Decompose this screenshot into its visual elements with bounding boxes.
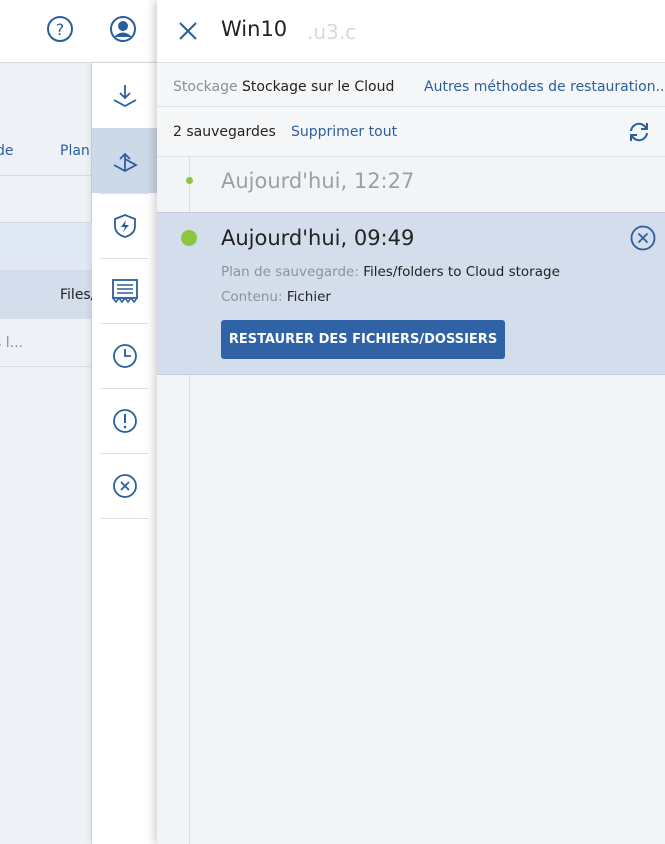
report-document-icon xyxy=(111,278,138,303)
delete-circle-x-icon xyxy=(112,473,137,498)
active-protection-shield-icon xyxy=(113,213,136,238)
background-header-row: de Plan xyxy=(0,113,92,176)
backup-content-line: Contenu: Fichier xyxy=(221,289,331,305)
backup-entry-selected[interactable]: Aujourd'hui, 09:49 Plan de sauvegarde: F… xyxy=(157,212,665,375)
rail-divider xyxy=(100,518,149,519)
background-cell: Plan xyxy=(60,143,90,159)
rail-recover-button[interactable] xyxy=(92,128,157,193)
recover-upload-icon xyxy=(113,152,138,172)
rail-delete-button[interactable] xyxy=(92,453,157,518)
backup-count-bar: 2 sauvegardes Supprimer tout xyxy=(157,107,665,157)
background-row[interactable] xyxy=(0,176,92,223)
rail-recovery-button[interactable] xyxy=(92,63,157,128)
backup-count: 2 sauvegardes xyxy=(173,124,276,140)
storage-value: Stockage sur le Cloud xyxy=(242,79,395,95)
other-restore-methods-link[interactable]: Autres méthodes de restauration... xyxy=(424,79,665,95)
backup-plan-label: Plan de sauvegarde: xyxy=(221,264,359,280)
backup-entry[interactable]: Aujourd'hui, 12:27 xyxy=(157,157,665,212)
background-top-bar: ? xyxy=(0,0,157,63)
restore-files-folders-button[interactable]: RESTAURER DES FICHIERS/DOSSIERS xyxy=(221,320,505,359)
background-list: de Plan Files/ s l... xyxy=(0,63,96,844)
close-icon[interactable] xyxy=(175,18,201,44)
rail-alerts-button[interactable] xyxy=(92,388,157,453)
background-row[interactable]: s l... xyxy=(0,319,92,367)
backup-details-panel: Win10 .u3.c Stockage : Stockage sur le C… xyxy=(157,0,665,844)
panel-title: Win10 xyxy=(221,17,288,41)
background-row[interactable]: Files/ xyxy=(0,271,96,319)
action-rail xyxy=(92,63,157,844)
svg-text:?: ? xyxy=(56,20,65,39)
rail-report-button[interactable] xyxy=(92,258,157,323)
timeline-dot xyxy=(181,230,197,246)
backup-plan-line: Plan de sauvegarde: Files/folders to Clo… xyxy=(221,264,560,280)
panel-title-hostname: .u3.c xyxy=(307,20,357,44)
backup-content-label: Contenu: xyxy=(221,289,283,305)
user-account-icon[interactable] xyxy=(108,14,138,44)
delete-backup-icon[interactable] xyxy=(630,225,656,251)
timeline-dot xyxy=(186,177,193,184)
backup-time: Aujourd'hui, 12:27 xyxy=(221,169,415,193)
storage-label: Stockage : xyxy=(173,79,247,95)
background-row-selected[interactable] xyxy=(0,223,92,271)
backup-plan-value: Files/folders to Cloud storage xyxy=(363,264,560,280)
alerts-exclamation-icon xyxy=(112,408,137,433)
background-cell: de xyxy=(0,143,14,159)
refresh-icon[interactable] xyxy=(627,120,651,144)
background-cell: Files/ xyxy=(60,287,96,303)
help-icon[interactable]: ? xyxy=(45,14,75,44)
panel-header: Win10 .u3.c xyxy=(157,0,665,63)
rail-protection-button[interactable] xyxy=(92,193,157,258)
grid-icon[interactable] xyxy=(0,14,16,44)
delete-all-link[interactable]: Supprimer tout xyxy=(291,124,397,140)
backup-content-value: Fichier xyxy=(286,289,331,305)
background-cell: s l... xyxy=(0,335,23,351)
rail-history-button[interactable] xyxy=(92,323,157,388)
backup-time: Aujourd'hui, 09:49 xyxy=(221,226,415,250)
storage-bar: Stockage : Stockage sur le Cloud Autres … xyxy=(157,63,665,107)
recovery-download-icon xyxy=(113,84,136,107)
history-clock-icon xyxy=(112,343,137,368)
